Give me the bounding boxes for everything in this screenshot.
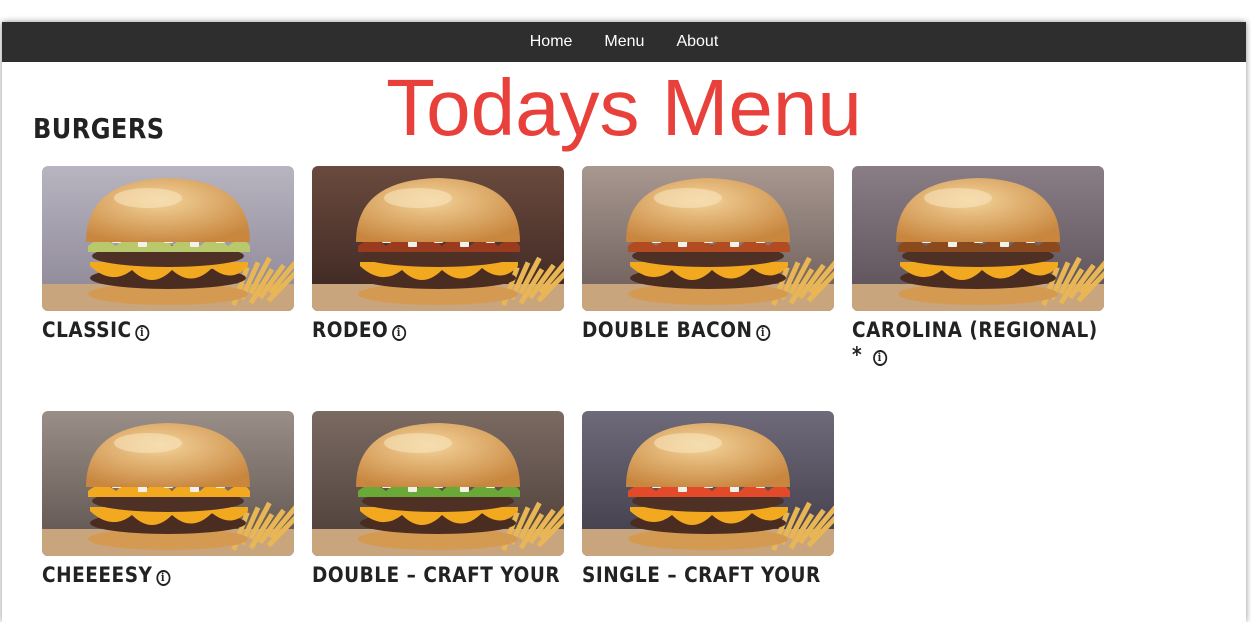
menu-item-double-bacon[interactable]: DOUBLE BACON i xyxy=(582,166,834,343)
burger-photo xyxy=(42,411,294,556)
menu-item-label: SINGLE – CRAFT YOUR xyxy=(582,563,837,588)
double-bacon-burger-image[interactable] xyxy=(582,166,834,311)
nav-home-link[interactable]: Home xyxy=(514,33,589,51)
section-title-burgers: BURGERS xyxy=(33,112,165,145)
burger-photo xyxy=(42,166,294,311)
menu-item-name: RODEO xyxy=(312,318,389,342)
double-craft-burger-image[interactable] xyxy=(312,411,564,556)
info-icon[interactable]: i xyxy=(872,350,887,366)
menu-item-name: CLASSIC xyxy=(42,318,132,342)
menu-item-name: SINGLE – CRAFT YOUR xyxy=(582,563,821,587)
menu-item-name: DOUBLE BACON xyxy=(582,318,753,342)
menu-item-label: RODEO i xyxy=(312,318,567,343)
menu-item-label: CAROLINA (REGIONAL) * i xyxy=(852,318,1100,368)
menu-item-label: DOUBLE – CRAFT YOUR xyxy=(312,563,567,588)
classic-burger-image[interactable] xyxy=(42,166,294,311)
menu-item-carolina[interactable]: CAROLINA (REGIONAL) * i xyxy=(852,166,1104,368)
menu-item-name: DOUBLE – CRAFT YOUR xyxy=(312,563,561,587)
menu-item-label: CHEEEESY i xyxy=(42,563,297,588)
menu-item-label: DOUBLE BACON i xyxy=(582,318,837,343)
nav-about-link[interactable]: About xyxy=(660,33,734,51)
single-craft-burger-image[interactable] xyxy=(582,411,834,556)
carolina-burger-image[interactable] xyxy=(852,166,1104,311)
nav-menu-link[interactable]: Menu xyxy=(588,33,660,51)
menu-item-classic[interactable]: CLASSIC i xyxy=(42,166,294,343)
menu-item-name: CHEEEESY xyxy=(42,563,153,587)
rodeo-burger-image[interactable] xyxy=(312,166,564,311)
info-icon[interactable]: i xyxy=(755,325,771,341)
menu-item-name: CAROLINA (REGIONAL) * xyxy=(852,318,1098,367)
menu-item-label: CLASSIC i xyxy=(42,318,297,343)
burger-photo xyxy=(312,411,564,556)
info-icon[interactable]: i xyxy=(135,325,150,341)
cheeeesy-burger-image[interactable] xyxy=(42,411,294,556)
burger-photo xyxy=(582,411,834,556)
menu-item-double-craft[interactable]: DOUBLE – CRAFT YOUR xyxy=(312,411,564,588)
info-icon[interactable]: i xyxy=(391,325,406,341)
top-navbar: Home Menu About xyxy=(2,22,1246,62)
info-icon[interactable]: i xyxy=(155,570,171,586)
page-frame: Home Menu About Todays Menu BURGERS CLAS… xyxy=(2,22,1246,622)
menu-item-cheeeesy[interactable]: CHEEEESY i xyxy=(42,411,294,588)
menu-item-single-craft[interactable]: SINGLE – CRAFT YOUR xyxy=(582,411,834,588)
burger-photo xyxy=(312,166,564,311)
burger-photo xyxy=(852,166,1104,311)
page-title: Todays Menu xyxy=(386,63,862,152)
burger-photo xyxy=(582,166,834,311)
menu-item-rodeo[interactable]: RODEO i xyxy=(312,166,564,343)
